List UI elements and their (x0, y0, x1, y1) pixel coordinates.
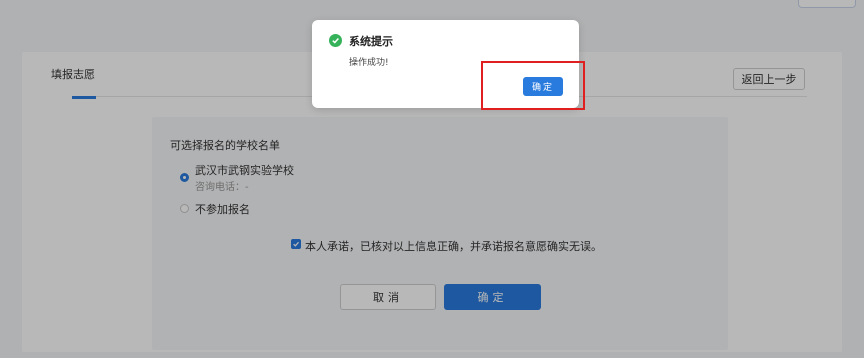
check-circle-icon (329, 34, 342, 47)
dialog-message: 操作成功! (349, 58, 389, 68)
highlight-box (481, 61, 585, 110)
dialog-title: 系统提示 (349, 35, 393, 48)
